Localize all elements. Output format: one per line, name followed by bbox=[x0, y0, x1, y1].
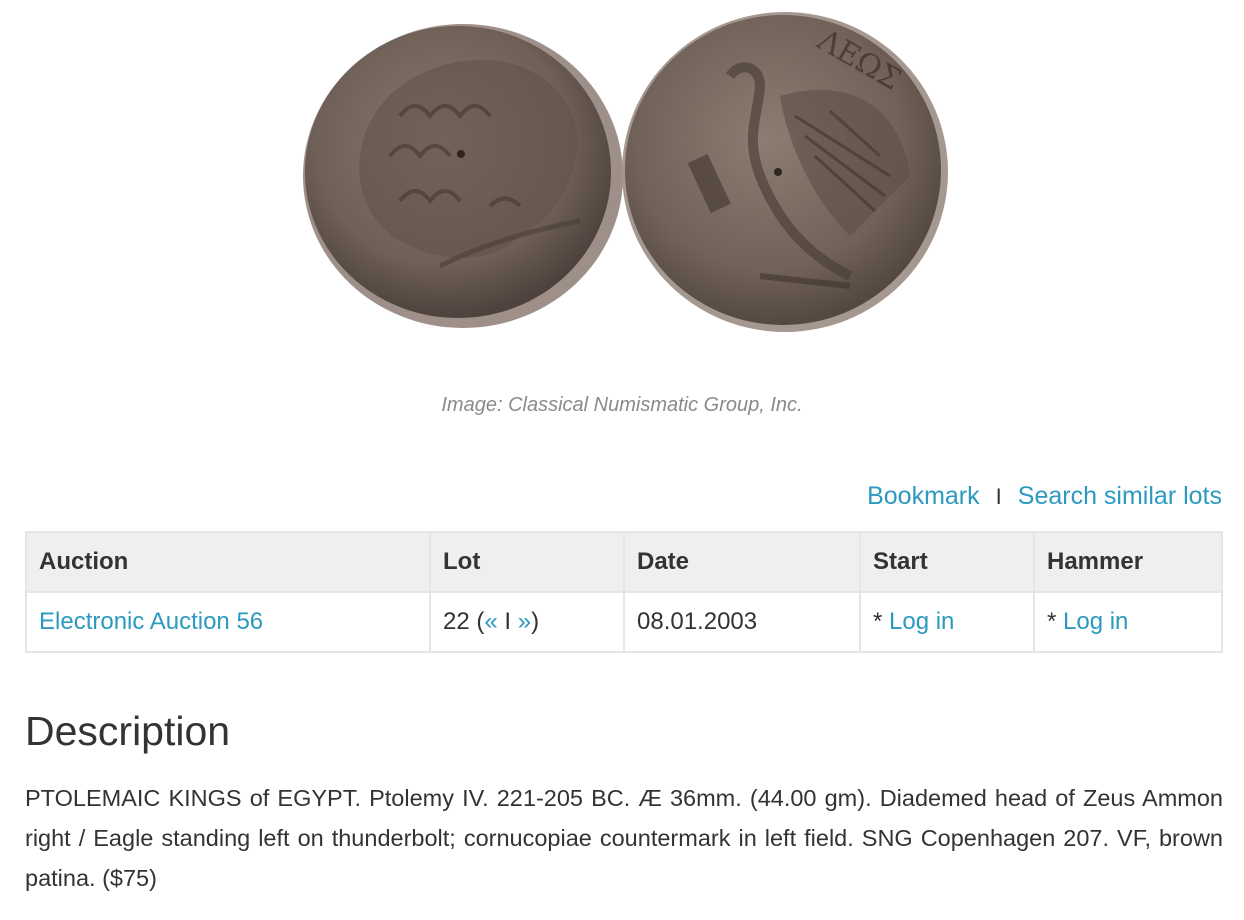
table-header-row: Auction Lot Date Start Hammer bbox=[25, 531, 1223, 593]
image-caption: Image: Classical Numismatic Group, Inc. bbox=[441, 394, 803, 416]
table-row: Electronic Auction 56 22 (« I ») 08.01.2… bbox=[25, 591, 1223, 653]
search-similar-lots-link[interactable]: Search similar lots bbox=[1018, 482, 1222, 511]
coin-obverse bbox=[303, 24, 623, 328]
cell-lot: 22 (« I ») bbox=[429, 591, 625, 653]
next-lot-link[interactable]: » bbox=[518, 608, 531, 635]
hammer-asterisk: * bbox=[1047, 608, 1064, 635]
bookmark-link[interactable]: Bookmark bbox=[867, 482, 980, 511]
header-lot: Lot bbox=[429, 531, 625, 593]
hammer-login-link[interactable]: Log in bbox=[1063, 608, 1128, 635]
actions-separator: I bbox=[995, 483, 1002, 509]
header-auction: Auction bbox=[25, 531, 431, 593]
previous-lot-link[interactable]: « bbox=[484, 608, 497, 635]
cell-auction: Electronic Auction 56 bbox=[25, 591, 431, 653]
lot-table: Auction Lot Date Start Hammer Electronic… bbox=[25, 531, 1223, 653]
coin-image[interactable]: ΛΕΩΣ bbox=[290, 6, 960, 346]
start-asterisk: * bbox=[873, 608, 890, 635]
header-hammer: Hammer bbox=[1033, 531, 1223, 593]
start-login-link[interactable]: Log in bbox=[889, 608, 954, 635]
header-date: Date bbox=[623, 531, 861, 593]
description-text: PTOLEMAIC KINGS of EGYPT. Ptolemy IV. 22… bbox=[25, 785, 1223, 891]
lot-actions: Bookmark I Search similar lots bbox=[867, 482, 1222, 511]
cell-date: 08.01.2003 bbox=[623, 591, 861, 653]
lot-nav-separator: I bbox=[497, 608, 518, 635]
auction-link[interactable]: Electronic Auction 56 bbox=[39, 608, 263, 635]
header-start: Start bbox=[859, 531, 1035, 593]
coin-image-area: ΛΕΩΣ bbox=[0, 0, 1244, 370]
lot-number: 22 bbox=[443, 608, 470, 635]
description-heading: Description bbox=[25, 708, 231, 754]
coin-reverse: ΛΕΩΣ bbox=[622, 12, 948, 332]
lot-close-paren: ) bbox=[531, 608, 540, 635]
cell-start: * Log in bbox=[859, 591, 1035, 653]
cell-hammer: * Log in bbox=[1033, 591, 1223, 653]
lot-open-paren: ( bbox=[469, 608, 485, 635]
